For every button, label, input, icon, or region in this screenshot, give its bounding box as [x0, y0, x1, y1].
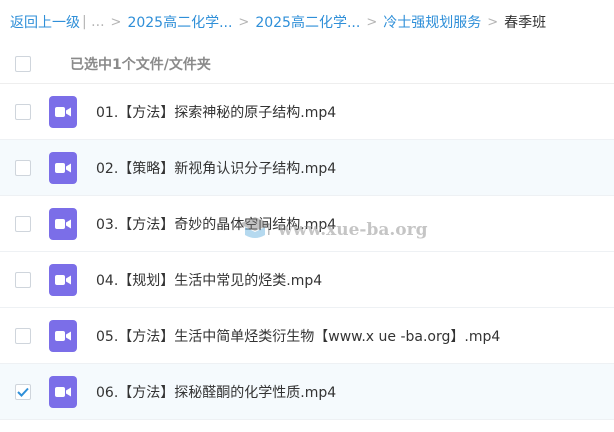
row-checkbox[interactable] — [15, 328, 31, 344]
select-all-checkbox[interactable] — [15, 56, 31, 72]
file-row[interactable]: 05.【方法】生活中简单烃类衍生物【www.x ue -ba.org】.mp4 — [0, 308, 614, 364]
breadcrumb-current: 春季班 — [504, 15, 547, 31]
file-name[interactable]: 01.【方法】探索神秘的原子结构.mp4 — [96, 102, 336, 122]
breadcrumb-separator: > — [366, 14, 378, 30]
file-row[interactable]: 04.【规划】生活中常见的烃类.mp4 — [0, 252, 614, 308]
list-header: 已选中1个文件/文件夹 — [0, 44, 614, 84]
file-row[interactable]: 03.【方法】奇妙的晶体空间结构.mp4 — [0, 196, 614, 252]
file-name[interactable]: 04.【规划】生活中常见的烃类.mp4 — [96, 270, 322, 290]
file-name[interactable]: 03.【方法】奇妙的晶体空间结构.mp4 — [96, 214, 336, 234]
back-link[interactable]: 返回上一级 — [10, 12, 80, 32]
breadcrumb: 返回上一级 | ... > 2025高二化学... > 2025高二化学... … — [0, 0, 614, 44]
file-row-selected[interactable]: 06.【方法】探秘醛酮的化学性质.mp4 — [0, 364, 614, 420]
video-file-icon — [49, 152, 77, 184]
breadcrumb-item-3[interactable]: 冷士强规划服务 — [383, 12, 481, 32]
row-checkbox[interactable] — [15, 160, 31, 176]
row-checkbox[interactable] — [15, 272, 31, 288]
breadcrumb-item-1[interactable]: 2025高二化学... — [127, 12, 232, 32]
file-row[interactable]: 02.【策略】新视角认识分子结构.mp4 — [0, 140, 614, 196]
video-file-icon — [49, 320, 77, 352]
row-checkbox[interactable] — [15, 216, 31, 232]
row-checkbox-checked[interactable] — [15, 384, 31, 400]
video-file-icon — [49, 208, 77, 240]
file-name[interactable]: 02.【策略】新视角认识分子结构.mp4 — [96, 158, 336, 178]
breadcrumb-separator: > — [238, 14, 250, 30]
file-name[interactable]: 05.【方法】生活中简单烃类衍生物【www.x ue -ba.org】.mp4 — [96, 326, 500, 346]
breadcrumb-separator: > — [110, 14, 122, 30]
file-list: 01.【方法】探索神秘的原子结构.mp4 02.【策略】新视角认识分子结构.mp… — [0, 84, 614, 420]
selection-count: 已选中1个文件/文件夹 — [70, 56, 211, 73]
breadcrumb-separator: > — [487, 14, 499, 30]
video-file-icon — [49, 376, 77, 408]
video-file-icon — [49, 264, 77, 296]
video-file-icon — [49, 96, 77, 128]
file-row[interactable]: 01.【方法】探索神秘的原子结构.mp4 — [0, 84, 614, 140]
breadcrumb-ellipsis[interactable]: | ... — [82, 14, 105, 30]
breadcrumb-item-2[interactable]: 2025高二化学... — [255, 12, 360, 32]
file-name[interactable]: 06.【方法】探秘醛酮的化学性质.mp4 — [96, 382, 336, 402]
row-checkbox[interactable] — [15, 104, 31, 120]
check-icon — [17, 387, 29, 397]
